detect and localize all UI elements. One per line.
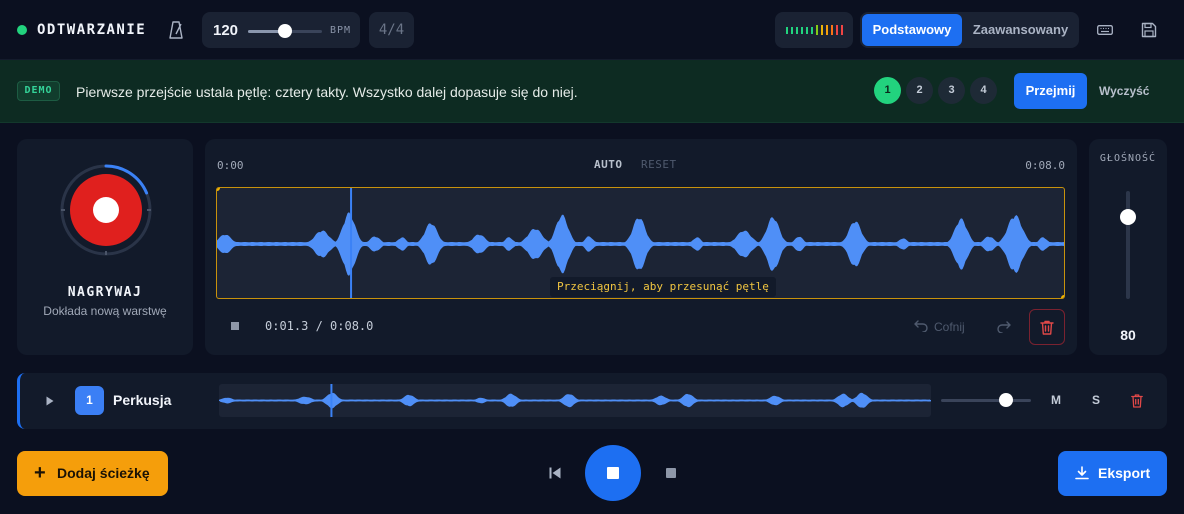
banner-message: Pierwsze przejście ustala pętlę: cztery … [76,84,578,100]
track-volume-knob[interactable] [998,393,1013,407]
trash-icon[interactable] [1131,394,1143,408]
stop-icon [607,467,619,479]
level-meter-bar [791,27,793,34]
track-waveform[interactable] [219,384,931,417]
top-bar: ODTWARZANIE 120 BPM 4/4 Podstawowy Zaawa… [0,0,1184,60]
volume-slider-knob[interactable] [1120,208,1136,225]
volume-label: GŁOŚNOŚĆ [1099,153,1157,164]
record-panel: NAGRYWAJ Dokłada nową warstwę [17,139,193,355]
skip-back-icon[interactable] [549,467,561,479]
accept-button[interactable]: Przejmij [1014,73,1087,109]
stop-icon[interactable] [231,322,239,330]
level-meter-bar [811,27,813,34]
undo-icon [914,320,928,332]
play-icon[interactable] [46,396,54,406]
trash-icon [1040,320,1054,335]
export-button[interactable]: Eksport [1058,451,1167,496]
stop-icon-secondary[interactable] [666,468,676,478]
plus-icon: + [34,462,46,484]
tempo-control: 120 BPM [202,12,360,48]
playback-status-label: ODTWARZANIE [37,22,147,38]
tempo-value[interactable]: 120 [213,22,238,39]
tempo-unit: BPM [330,25,352,36]
playback-status-dot [17,25,27,35]
redo-icon[interactable] [997,321,1011,333]
bar-count-option-3[interactable]: 3 [938,77,965,104]
level-meter-bar [796,27,798,34]
record-sublabel: Dokłada nową warstwę [43,304,167,318]
drag-hint-tooltip: Przeciągnij, aby przesunąć pętlę [550,277,776,297]
reset-button[interactable]: RESET [641,158,677,171]
tempo-slider[interactable] [248,24,322,38]
level-meter-bar [836,25,838,35]
loop-start-time: 0:00 [217,159,244,172]
export-label: Eksport [1098,465,1151,481]
level-meter-bar [806,27,808,34]
add-track-button[interactable]: + Dodaj ścieżkę [17,451,168,496]
track-number: 1 [75,386,104,415]
undo-button[interactable]: Cofnij [914,320,965,334]
level-meter-bar [821,25,823,35]
tempo-slider-knob[interactable] [278,24,292,38]
level-meter-bar [816,25,818,35]
keyboard-icon[interactable] [1097,25,1113,35]
playback-position: 0:01.3 / 0:08.0 [265,319,374,333]
record-label: NAGRYWAJ [67,285,143,300]
level-meter-bar [841,25,843,35]
loop-editor: 0:00 AUTO RESET 0:08.0 Przeciągnij, aby … [205,139,1077,355]
loop-end-time: 0:08.0 [1025,159,1065,172]
add-track-label: Dodaj ścieżkę [57,465,150,481]
bar-count-option-4[interactable]: 4 [970,77,997,104]
clear-button[interactable]: Wyczyść [1099,84,1149,98]
loop-end-handle[interactable] [1061,295,1064,298]
track-volume-slider[interactable] [941,393,1031,407]
mode-basic-button[interactable]: Podstawowy [862,14,962,46]
level-meter-bar [801,27,803,34]
level-meter-bar [786,27,788,34]
delete-layer-button[interactable] [1029,309,1065,345]
undo-label: Cofnij [934,320,965,334]
record-button[interactable] [59,163,153,257]
volume-slider[interactable] [1120,191,1136,299]
mode-advanced-button[interactable]: Zaawansowany [964,14,1077,46]
bar-count-option-2[interactable]: 2 [906,77,933,104]
bar-count-option-1[interactable]: 1 [874,77,901,104]
loop-waveform[interactable]: Przeciągnij, aby przesunąć pętlę [216,187,1065,299]
volume-panel: GŁOŚNOŚĆ 80 [1089,139,1167,355]
level-meter-bar [831,25,833,35]
track-row: 1 Perkusja M S [17,373,1167,429]
auto-button[interactable]: AUTO [594,158,623,171]
mode-switch: Podstawowy Zaawansowany [860,12,1079,48]
save-icon[interactable] [1141,22,1157,38]
volume-value: 80 [1120,327,1136,343]
metronome-icon[interactable] [169,21,183,39]
level-meter-bar [826,25,828,35]
input-level-meter [775,12,853,48]
demo-banner: DEMO Pierwsze przejście ustala pętlę: cz… [0,60,1184,123]
mute-button[interactable]: M [1051,393,1061,407]
stop-button[interactable] [585,445,641,501]
demo-badge: DEMO [17,81,60,101]
download-icon [1075,466,1089,480]
track-waveform-graphic [219,384,931,417]
solo-button[interactable]: S [1092,393,1100,407]
track-name[interactable]: Perkusja [113,392,171,408]
time-signature-button[interactable]: 4/4 [369,12,414,48]
